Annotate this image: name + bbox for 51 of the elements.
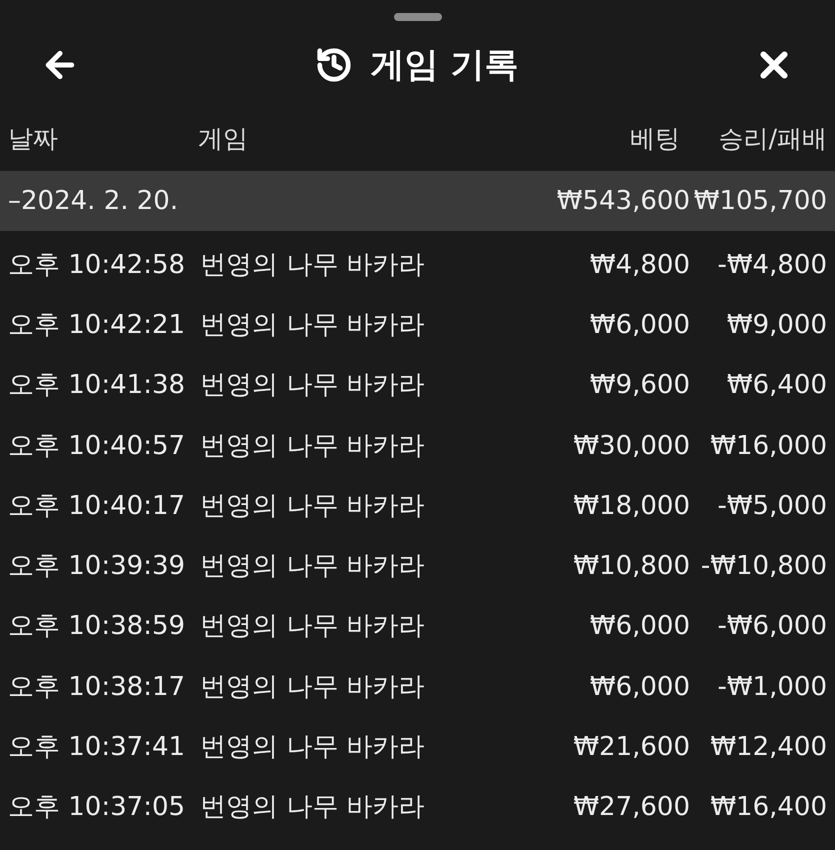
time-cell-text: 오후 10:40:17 <box>8 490 186 523</box>
bet-cell-text: ₩27,600 <box>573 791 690 824</box>
time-cell-text: 오후 10:37:41 <box>8 731 186 764</box>
game-cell-text: 번영의 나무 바카라 <box>199 308 426 342</box>
time-cell-text: 오후 10:38:59 <box>8 610 186 644</box>
time-cell-text: 오후 10:40:57 <box>8 430 186 463</box>
drag-handle[interactable] <box>394 13 442 21</box>
total-result: ₩105,700 <box>694 184 827 218</box>
game-cell-text: 번영의 나무 바카라 <box>199 791 426 824</box>
date-group-row[interactable]: –2024. 2. 20. ₩543,600₩105,700 <box>0 171 835 231</box>
time-cell-text: 오후 10:42:58 <box>8 248 186 282</box>
bet-cell-text: ₩10,800 <box>573 550 690 584</box>
bet-cell-text: ₩30,000 <box>573 430 690 463</box>
bet-cell-text: ₩4,800 <box>590 248 690 282</box>
result-cell-text: -₩4,800 <box>717 248 827 282</box>
result-cell-text: -₩6,000 <box>717 610 827 644</box>
time-cell-text: 오후 10:38:17 <box>8 670 186 704</box>
result-cell-text: ₩16,400 <box>710 791 827 824</box>
time-cell-text: 오후 10:42:21 <box>8 308 186 342</box>
result-cell-text: ₩16,000 <box>710 430 827 463</box>
result-cell-text: ₩12,400 <box>710 731 827 764</box>
column-header: 베팅 <box>630 123 680 156</box>
game-cell-text: 번영의 나무 바카라 <box>199 430 426 463</box>
bet-cell-text: ₩6,000 <box>590 670 690 704</box>
bet-cell-text: ₩9,600 <box>590 369 690 402</box>
result-cell-text: ₩9,000 <box>726 308 827 342</box>
window-title: 게임 기록 <box>370 44 518 86</box>
result-cell-text: -₩5,000 <box>717 490 827 523</box>
bet-cell-text: ₩21,600 <box>573 731 690 764</box>
game-cell-text: 번영의 나무 바카라 <box>199 610 426 644</box>
game-cell-text: 번영의 나무 바카라 <box>199 369 426 402</box>
result-cell-text: ₩6,400 <box>726 369 827 402</box>
time-cell-text: 오후 10:39:39 <box>8 550 186 584</box>
game-cell-text: 번영의 나무 바카라 <box>199 490 426 523</box>
total-bet: ₩543,600 <box>556 184 690 218</box>
date-label: –2024. 2. 20. <box>8 184 180 218</box>
column-header: 날짜 <box>8 123 58 156</box>
bet-cell-text: ₩6,000 <box>590 308 690 342</box>
bet-cell-text: ₩18,000 <box>573 490 690 523</box>
game-cell-text: 번영의 나무 바카라 <box>199 248 426 282</box>
bet-cell-text: ₩6,000 <box>590 610 690 644</box>
game-cell-text: 번영의 나무 바카라 <box>199 550 426 584</box>
column-header: 승리/패배 <box>718 123 827 156</box>
column-header: 게임 <box>198 123 248 156</box>
time-cell-text: 오후 10:41:38 <box>8 369 186 402</box>
result-cell-text: -₩10,800 <box>700 550 827 584</box>
game-cell-text: 번영의 나무 바카라 <box>199 731 426 764</box>
result-cell-text: -₩1,000 <box>717 670 827 704</box>
time-cell-text: 오후 10:37:05 <box>8 791 186 824</box>
history-icon <box>314 46 353 84</box>
game-cell-text: 번영의 나무 바카라 <box>199 670 426 704</box>
